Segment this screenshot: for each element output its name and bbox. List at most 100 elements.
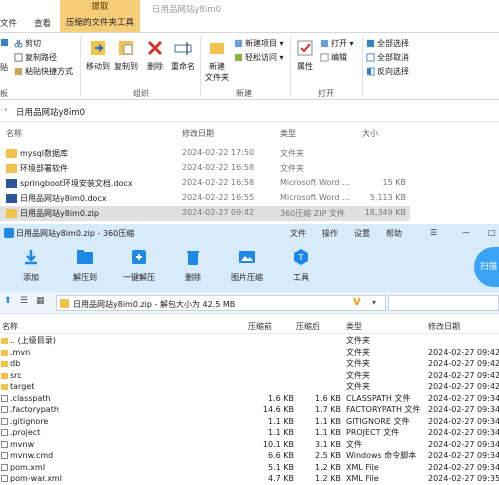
- column-size[interactable]: 大小: [362, 128, 378, 139]
- paste-shortcut-button[interactable]: 粘贴快捷方式: [14, 66, 73, 77]
- zip-row[interactable]: db 文件夹 2024-02-27 09:42: [0, 358, 499, 369]
- file-icon: [1, 417, 8, 425]
- up-arrow-icon[interactable]: ⬆: [4, 296, 12, 306]
- zip-row[interactable]: .mvn 文件夹 2024-02-27 09:42: [0, 347, 499, 358]
- zip-row-name: pom.xml: [10, 462, 46, 472]
- easy-access-label: 轻松访问 ▾: [245, 53, 284, 62]
- v-icon[interactable]: V: [353, 297, 361, 308]
- file-row[interactable]: springboot环境安装文档.docx 2024-02-22 16:58 Mic…: [0, 176, 410, 191]
- properties-button[interactable]: 属性: [292, 38, 318, 72]
- view-list-icon[interactable]: ☰: [20, 296, 28, 306]
- copy-to-icon: [119, 41, 133, 55]
- view-grid-icon[interactable]: ▦: [36, 296, 45, 306]
- invert-selection-button[interactable]: 反向选择: [366, 66, 409, 77]
- tools-button[interactable]: T 工具: [276, 248, 326, 283]
- copy-to-button[interactable]: 复制到: [112, 38, 140, 72]
- file-name: 环境部署软件: [20, 164, 68, 173]
- zip-row-name: mvnw.cmd: [10, 451, 54, 460]
- zip-column-type[interactable]: 类型: [346, 321, 362, 332]
- zip-search-field[interactable]: [388, 295, 499, 311]
- zip-row[interactable]: mvnw.cmd 6.6 KB 2.5 KB Windows 命令脚本 2024-02-…: [0, 450, 499, 461]
- add-icon: [25, 250, 37, 265]
- zip-menu-settings[interactable]: 设置: [354, 228, 370, 239]
- folder-icon: [1, 372, 8, 379]
- paste-button[interactable]: 贴: [0, 62, 8, 73]
- image-compress-button[interactable]: 图片压缩: [222, 248, 272, 283]
- easy-access-button[interactable]: 轻松访问 ▾: [234, 52, 284, 63]
- zip-menu-operate[interactable]: 操作: [322, 228, 338, 239]
- zip-menu-file[interactable]: 文件: [290, 228, 306, 239]
- file-row[interactable]: mysql数据库 2024-02-22 17:50 文件夹: [0, 146, 410, 161]
- edit-button[interactable]: 编辑: [320, 52, 347, 63]
- address-bar[interactable]: › 日用品网站y8im0: [0, 100, 499, 122]
- zip-window-title: 日用品网站y8im0.zip - 360压缩: [16, 229, 135, 238]
- zip-row-date: 2024-02-27 09:42: [428, 359, 499, 368]
- file-date: 2024-02-22 16:55: [182, 193, 255, 202]
- new-folder-button[interactable]: 新建 文件夹: [202, 38, 232, 83]
- zip-row[interactable]: pom-war.xml 4.7 KB 1.2 KB XML File 2024-02-2…: [0, 473, 499, 484]
- zip-column-name[interactable]: 名称: [2, 321, 18, 332]
- column-date[interactable]: 修改日期: [182, 128, 214, 139]
- rename-button[interactable]: 重命名: [168, 38, 198, 72]
- zip-column-compressed[interactable]: 压缩后: [296, 321, 320, 332]
- zip-row[interactable]: target 文件夹 2024-02-27 09:42: [0, 381, 499, 392]
- zip-row[interactable]: .factorypath 14.6 KB 1.7 KB FACTORYPATH 文件 2…: [0, 404, 499, 415]
- zip-row[interactable]: mvnw 10.1 KB 3.1 KB 文件 2024-02-27 09:34: [0, 439, 499, 450]
- organize-group-label: 组织: [133, 89, 149, 98]
- tab-view[interactable]: 查看: [34, 17, 51, 29]
- ribbon-separator: [200, 36, 201, 96]
- zip-row-name: .mvn: [10, 347, 31, 357]
- zip-menu-help[interactable]: 帮助: [386, 228, 402, 239]
- zip-row-name: .. (上级目录): [10, 336, 56, 345]
- zip-row-size: 6.6 KB: [268, 451, 294, 460]
- zip-column-date[interactable]: 修改日期: [428, 321, 460, 332]
- file-row[interactable]: 日用品网站y8im0.docx 2024-02-22 16:55 Microsoft…: [0, 191, 410, 206]
- zip-row[interactable]: src 文件夹 2024-02-27 09:42: [0, 370, 499, 381]
- zip-column-size[interactable]: 压缩前: [248, 321, 272, 332]
- new-item-button[interactable]: 新建项目 ▾: [234, 38, 284, 49]
- zip-path-field[interactable]: 日用品网站y8im0.zip - 解包大小为 42.5 MB V ▾: [56, 295, 386, 311]
- zip-delete-button[interactable]: 删除: [168, 248, 218, 283]
- folder-icon: [6, 164, 17, 173]
- cut-button[interactable]: 剪切: [14, 38, 41, 49]
- copy-path-button[interactable]: 复制路径: [14, 52, 57, 63]
- minimize-icon[interactable]: —: [462, 228, 470, 237]
- file-row[interactable]: 日用品网站y8im0.zip 2024-02-27 09:42 360压缩 ZIP …: [0, 206, 410, 221]
- move-to-button[interactable]: 移动到: [84, 38, 112, 72]
- zip-row[interactable]: pom.xml 5.1 KB 1.2 KB XML File 2024-02-27 09…: [0, 462, 499, 473]
- tab-compressed-tools[interactable]: 压缩的文件夹工具: [60, 14, 140, 32]
- open-button[interactable]: 打开 ▾: [320, 38, 354, 49]
- svg-text:T: T: [298, 253, 304, 262]
- folder-icon: [1, 349, 8, 356]
- maximize-icon[interactable]: □: [488, 228, 496, 237]
- ribbon-separator: [362, 36, 363, 96]
- file-row[interactable]: 环境部署软件 2024-02-22 16:58 文件夹: [0, 161, 410, 176]
- new-folder-label-2: 文件夹: [205, 73, 229, 82]
- extract-to-button[interactable]: 解压到: [60, 248, 110, 283]
- copy-to-label: 复制到: [114, 62, 138, 71]
- zip-row-compressed: 1.6 KB: [315, 393, 341, 403]
- zip-row[interactable]: .gitignore 1.1 KB 1.1 KB GITIGNORE 文件 2024-0…: [0, 416, 499, 427]
- pin-button[interactable]: [0, 38, 9, 47]
- column-type[interactable]: 类型: [280, 128, 296, 139]
- select-none-button[interactable]: 全部取消: [366, 52, 409, 63]
- zip-row[interactable]: .. (上级目录) 文件夹: [0, 335, 499, 346]
- select-all-button[interactable]: 全部选择: [366, 38, 409, 49]
- zip-row[interactable]: .classpath 1.6 KB 1.6 KB CLASSPATH 文件 2024-0…: [0, 393, 499, 404]
- select-all-icon: [366, 39, 375, 48]
- chevron-down-icon[interactable]: ▾: [372, 298, 376, 307]
- zip-path-text: 日用品网站y8im0.zip - 解包大小为 42.5 MB: [73, 300, 236, 309]
- new-group-label: 新建: [236, 89, 252, 98]
- tab-file[interactable]: 文件: [0, 17, 17, 29]
- address-text: 日用品网站y8im0: [16, 108, 85, 118]
- new-folder-icon: [210, 43, 224, 54]
- one-click-extract-button[interactable]: 一键解压: [114, 248, 164, 283]
- column-name[interactable]: 名称: [6, 128, 22, 139]
- tab-extract[interactable]: 提取: [60, 0, 140, 14]
- open-group-label: 打开: [318, 89, 334, 98]
- delete-button[interactable]: 删除: [144, 38, 166, 72]
- add-button[interactable]: 添加: [6, 248, 56, 283]
- delete-label: 删除: [147, 62, 163, 71]
- zip-menu-icon[interactable]: ☰: [430, 228, 437, 237]
- zip-row[interactable]: .project 1.1 KB 1.1 KB PROJECT 文件 2024-02-27…: [0, 427, 499, 438]
